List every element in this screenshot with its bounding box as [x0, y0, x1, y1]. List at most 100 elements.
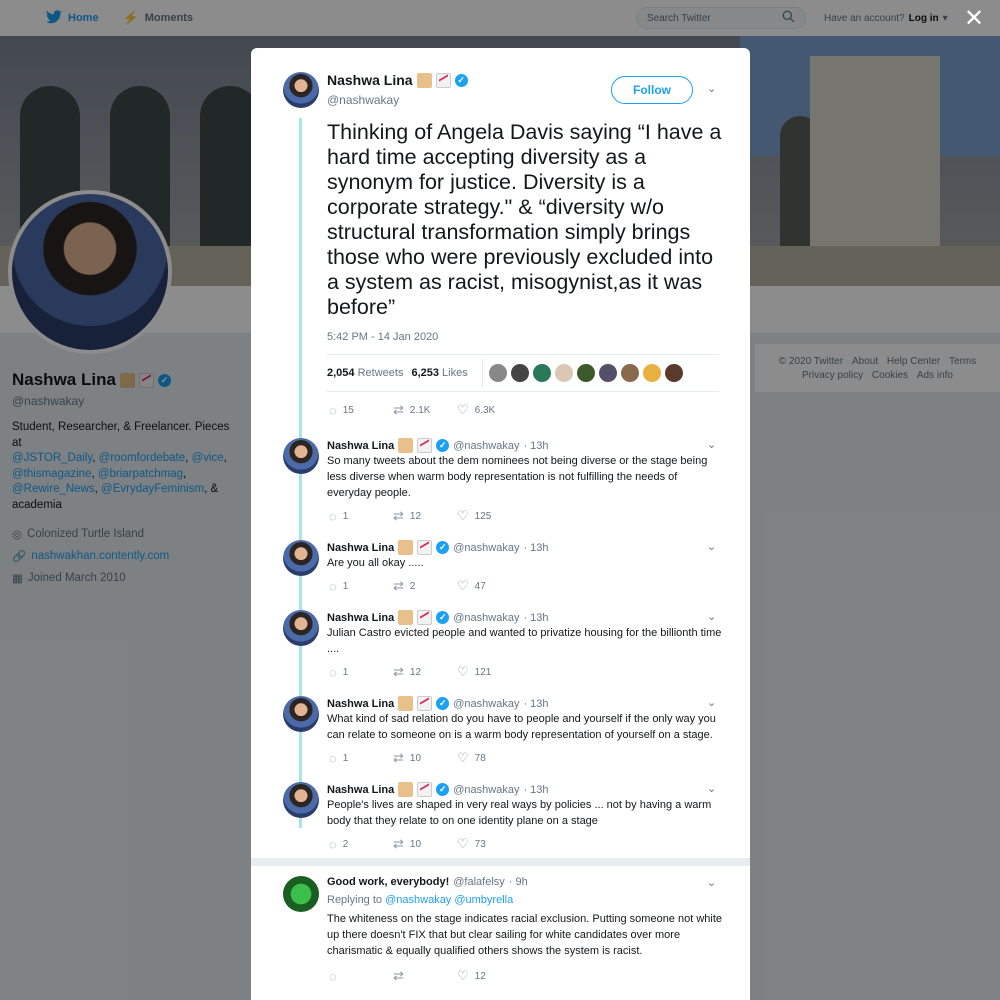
author-handle[interactable]: @nashwakay	[453, 698, 519, 710]
retweet-button[interactable]: ⇄ 12	[393, 508, 457, 524]
tweet-text: Are you all okay .....	[327, 557, 424, 569]
bread-emoji-icon	[416, 72, 432, 88]
retweet-label: Retweets	[357, 367, 404, 379]
thread-tweet[interactable]: Nashwa Lina ✓ @nashwakay · 13h ⌄ What ki…	[251, 696, 750, 776]
avatar[interactable]	[283, 610, 319, 646]
avatar[interactable]	[283, 876, 319, 912]
tweet-header: Nashwa Lina ✓ @nashwakay · 13h	[327, 438, 549, 453]
reply-button[interactable]: ◌ 1	[329, 665, 393, 680]
tweet-time[interactable]: · 9h	[509, 876, 528, 888]
retweet-button[interactable]: ⇄ 10	[393, 750, 457, 766]
author-handle[interactable]: @nashwakay	[453, 612, 519, 624]
like-count: 78	[474, 752, 486, 764]
reply-icon: ◌	[329, 968, 337, 984]
tweet-time[interactable]: · 13h	[523, 698, 548, 710]
reply-icon: ◌	[329, 836, 337, 852]
tweet-header: Nashwa Lina ✓ @nashwakay · 13h	[327, 696, 549, 711]
avatar[interactable]	[576, 364, 595, 382]
like-button[interactable]: ♡ 125	[457, 508, 521, 524]
author-handle[interactable]: @nashwakay	[453, 784, 519, 796]
main-tweet-actions: ◌ 15 ⇄ 2.1K ♡ 6.3K	[329, 402, 521, 418]
like-button[interactable]: ♡ 78	[457, 750, 521, 766]
like-stat[interactable]: 6,253 Likes	[411, 367, 467, 379]
heart-icon: ♡	[457, 836, 469, 851]
retweet-count: 12	[409, 666, 422, 678]
tweet-header: Nashwa Lina ✓ @nashwakay · 13h	[327, 540, 549, 555]
avatar[interactable]	[664, 364, 683, 382]
reply-button[interactable]: ◌ 1	[329, 579, 393, 594]
chart-emoji-icon	[417, 438, 433, 453]
tweet-time[interactable]: · 13h	[523, 784, 548, 796]
avatar[interactable]	[510, 364, 529, 382]
avatar[interactable]	[598, 364, 617, 382]
retweet-button[interactable]: ⇄ 12	[393, 664, 457, 680]
reply-button[interactable]: ◌	[329, 969, 393, 984]
like-button[interactable]: ♡ 47	[457, 578, 521, 594]
avatar[interactable]	[283, 72, 319, 108]
tweet-actions: ◌ 1 ⇄ 12 ♡ 125	[329, 508, 521, 524]
author-name[interactable]: Nashwa Lina	[327, 612, 394, 624]
avatar[interactable]	[283, 696, 319, 732]
author-name[interactable]: Nashwa Lina	[327, 542, 394, 554]
chevron-down-icon[interactable]: ⌄	[707, 876, 716, 889]
chevron-down-icon[interactable]: ⌄	[707, 782, 716, 795]
tweet-actions: ◌ 1 ⇄ 10 ♡ 78	[329, 750, 521, 766]
avatar[interactable]	[283, 438, 319, 474]
retweet-icon: ⇄	[393, 664, 404, 679]
reply-button[interactable]: ◌ 1	[329, 751, 393, 766]
replies-separator	[251, 858, 750, 866]
chart-emoji-icon	[417, 540, 433, 555]
avatar[interactable]	[620, 364, 639, 382]
author-handle[interactable]: @falafelsy	[453, 876, 505, 888]
reply-button[interactable]: ◌ 1	[329, 509, 393, 524]
author-name[interactable]: Good work, everybody!	[327, 876, 449, 888]
retweet-button[interactable]: ⇄ 10	[393, 836, 457, 852]
reply-button[interactable]: ◌ 15	[329, 403, 393, 418]
retweet-stat[interactable]: 2,054 Retweets	[327, 367, 403, 379]
retweet-button[interactable]: ⇄	[393, 968, 457, 984]
avatar[interactable]	[532, 364, 551, 382]
chevron-down-icon[interactable]: ⌄	[707, 610, 716, 623]
author-handle[interactable]: @nashwakay	[453, 542, 519, 554]
like-button[interactable]: ♡ 121	[457, 664, 521, 680]
bread-emoji-icon	[398, 610, 414, 625]
author-handle[interactable]: @nashwakay	[327, 93, 468, 107]
thread-tweet[interactable]: Nashwa Lina ✓ @nashwakay · 13h ⌄ So many…	[251, 438, 750, 538]
thread-tweet[interactable]: Nashwa Lina ✓ @nashwakay · 13h ⌄ Are you…	[251, 540, 750, 604]
retweet-button[interactable]: ⇄ 2.1K	[393, 402, 457, 418]
main-tweet-name[interactable]: Nashwa Lina ✓	[327, 72, 468, 88]
chevron-down-icon[interactable]: ⌄	[707, 696, 716, 709]
thread-tweet[interactable]: Nashwa Lina ✓ @nashwakay · 13h ⌄ Julian …	[251, 610, 750, 690]
like-button[interactable]: ♡ 12	[457, 968, 521, 984]
author-name[interactable]: Nashwa Lina	[327, 784, 394, 796]
tweet-header: Nashwa Lina ✓ @nashwakay · 13h	[327, 610, 549, 625]
reply-button[interactable]: ◌ 2	[329, 837, 393, 852]
tweet-stats: 2,054 Retweets 6,253 Likes	[327, 354, 719, 392]
avatar[interactable]	[283, 540, 319, 576]
reply-tweet[interactable]: Good work, everybody! @falafelsy · 9h ⌄ …	[251, 876, 750, 996]
replying-handles[interactable]: @nashwakay @umbyrella	[385, 894, 513, 906]
tweet-time[interactable]: · 13h	[523, 612, 548, 624]
follow-button[interactable]: Follow	[611, 76, 693, 104]
chevron-down-icon[interactable]: ⌄	[707, 438, 716, 451]
like-button[interactable]: ♡ 6.3K	[457, 402, 521, 418]
like-button[interactable]: ♡ 73	[457, 836, 521, 852]
tweet-time[interactable]: · 13h	[523, 440, 548, 452]
avatar[interactable]	[283, 782, 319, 818]
tweet-header: Nashwa Lina ✓ @nashwakay · 13h	[327, 782, 549, 797]
retweet-button[interactable]: ⇄ 2	[393, 578, 457, 594]
retweet-count: 2	[409, 580, 416, 592]
author-name[interactable]: Nashwa Lina	[327, 698, 394, 710]
close-icon[interactable]: ✕	[962, 7, 986, 31]
tweet-time[interactable]: · 13h	[523, 542, 548, 554]
tweet-actions: ◌ 1 ⇄ 2 ♡ 47	[329, 578, 521, 594]
chevron-down-icon[interactable]: ⌄	[707, 540, 716, 553]
author-name[interactable]: Nashwa Lina	[327, 440, 394, 452]
author-handle[interactable]: @nashwakay	[453, 440, 519, 452]
avatar[interactable]	[642, 364, 661, 382]
main-tweet-timestamp[interactable]: 5:42 PM - 14 Jan 2020	[327, 331, 438, 343]
chevron-down-icon[interactable]: ⌄	[707, 82, 716, 95]
avatar[interactable]	[488, 364, 507, 382]
thread-tweet[interactable]: Nashwa Lina ✓ @nashwakay · 13h ⌄ People'…	[251, 782, 750, 858]
avatar[interactable]	[554, 364, 573, 382]
